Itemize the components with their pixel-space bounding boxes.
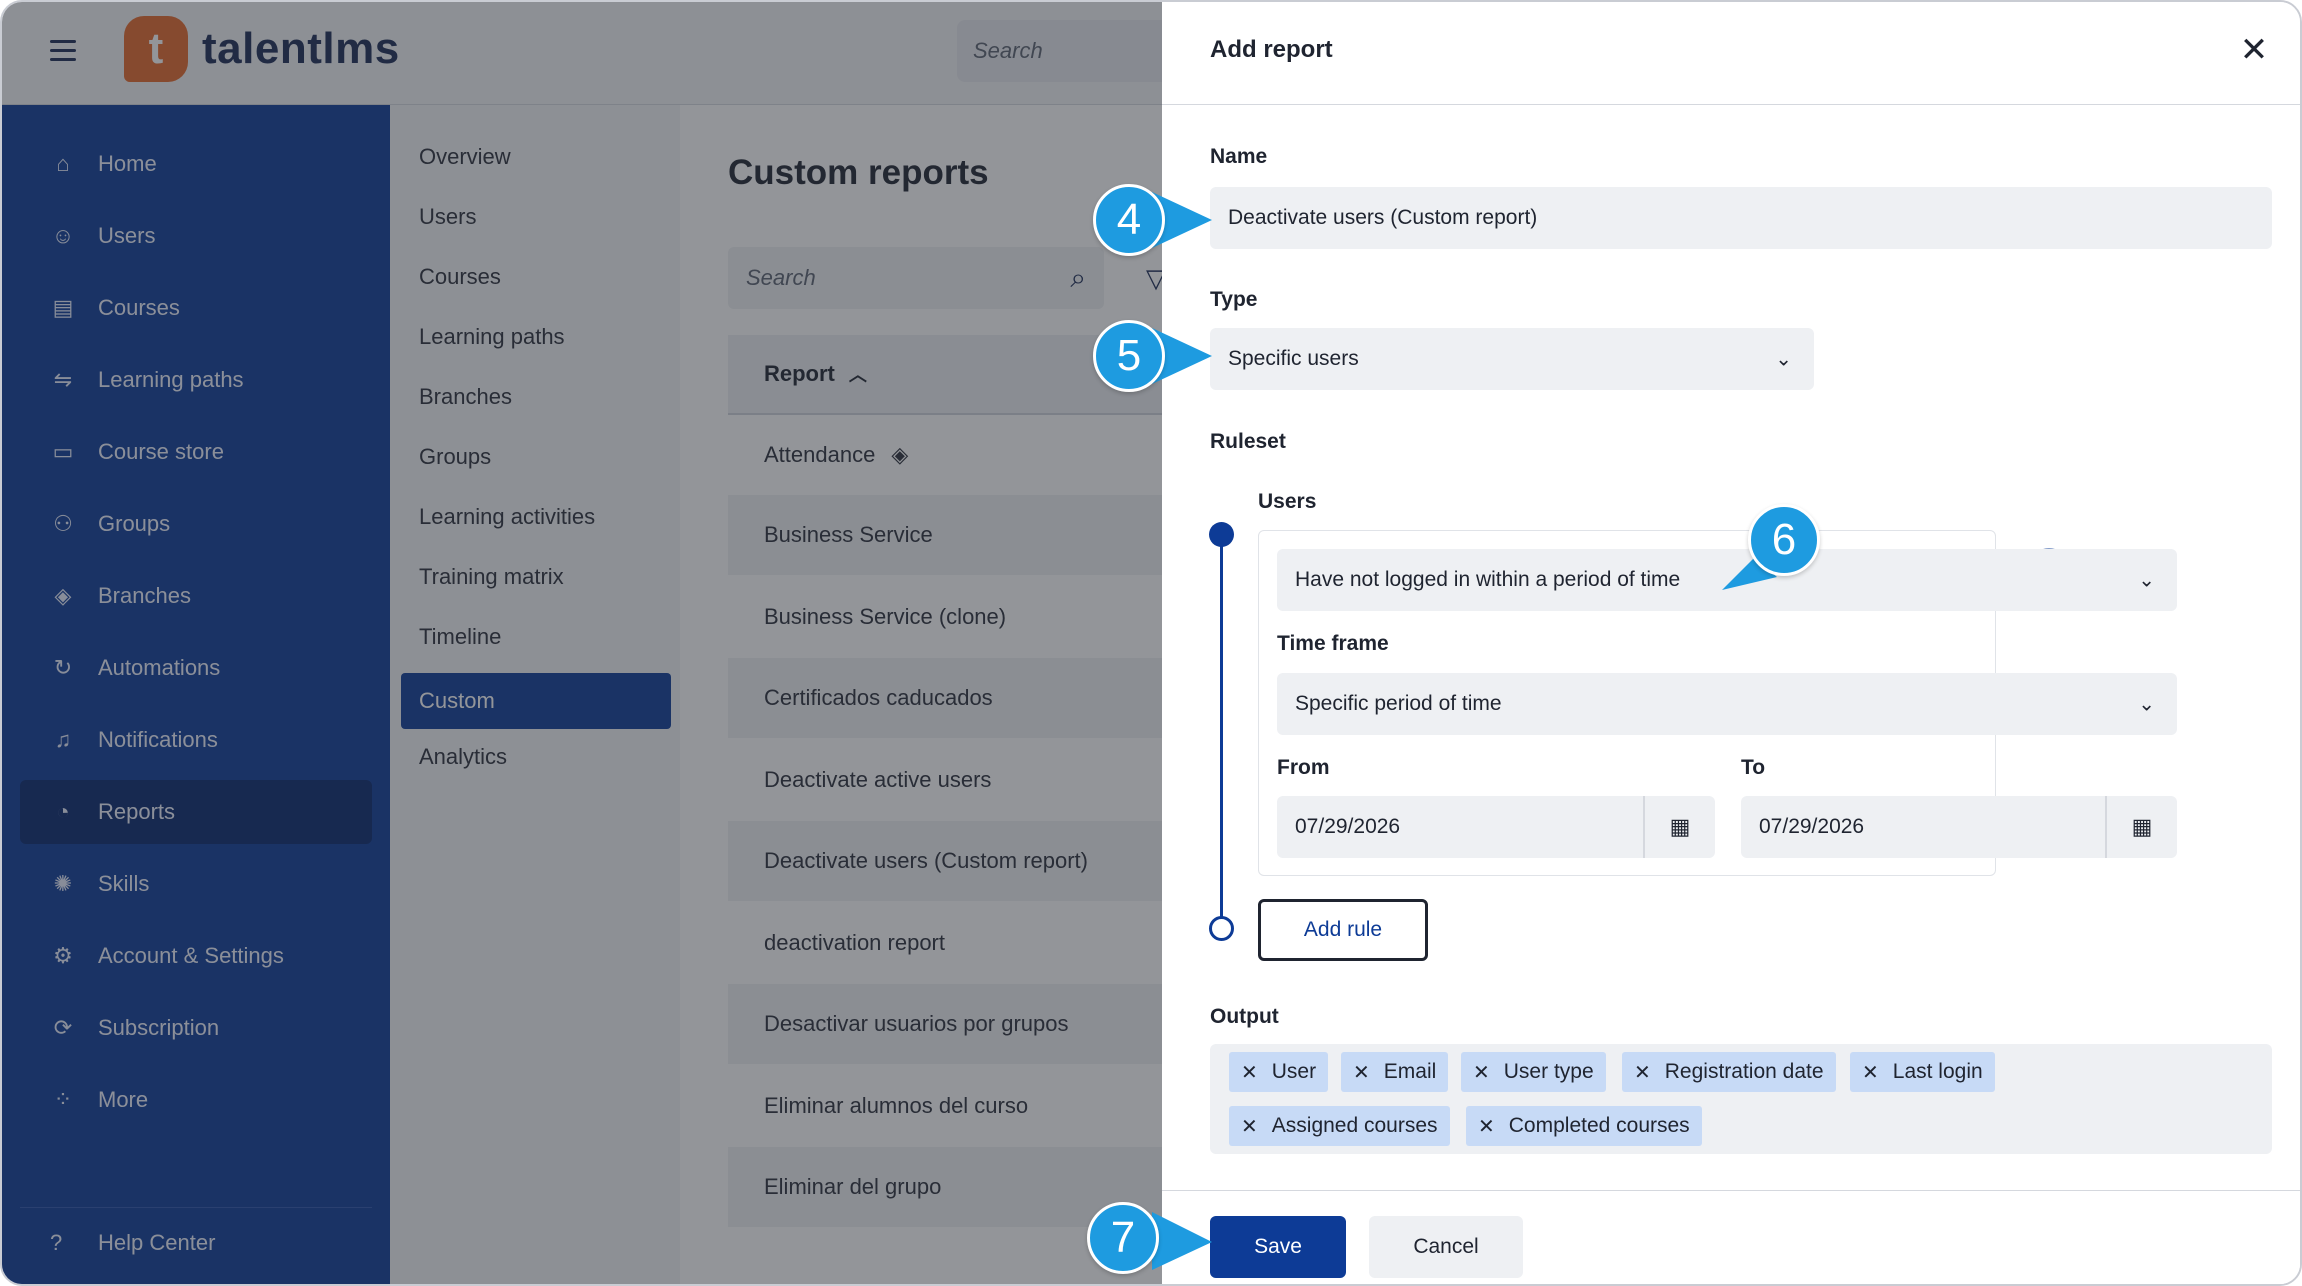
app-frame: t talentlms Search ⌂Home ☺Users ▤Courses…	[0, 0, 2302, 1286]
step-callout-5: 5	[1093, 320, 1165, 392]
step-callout-6: 6	[1748, 504, 1820, 576]
step-callout-4: 4	[1093, 184, 1165, 256]
callout-7-pointer	[1152, 1212, 1212, 1270]
step-callout-7: 7	[1087, 1202, 1159, 1274]
